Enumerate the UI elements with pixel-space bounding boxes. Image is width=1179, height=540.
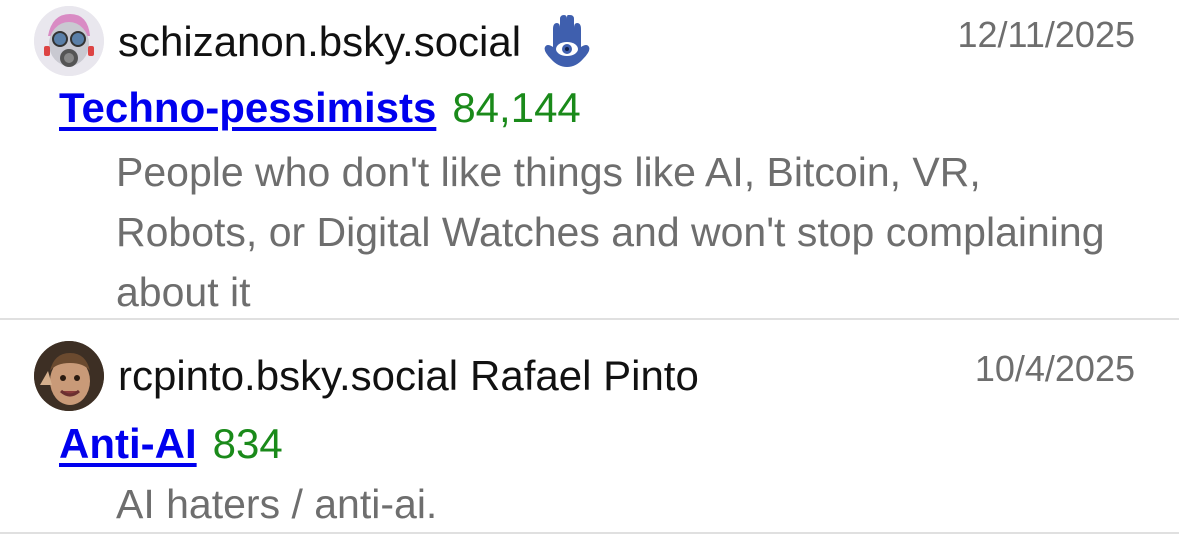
- list-description: AI haters / anti-ai.: [116, 481, 438, 527]
- author-display-name: Rafael Pinto: [470, 352, 699, 399]
- list-title-line: Techno-pessimists 84,144: [59, 84, 581, 132]
- member-count: 84,144: [452, 84, 581, 131]
- list-name-link[interactable]: Anti-AI: [59, 420, 197, 467]
- author-handle[interactable]: rcpinto.bsky.social: [118, 352, 458, 400]
- member-count: 834: [212, 420, 283, 467]
- author-handle[interactable]: schizanon.bsky.social: [118, 18, 521, 66]
- list-name-link[interactable]: Techno-pessimists: [59, 84, 436, 131]
- list-item: schizanon.bsky.social 12/11/2025 Techno-…: [0, 0, 1179, 320]
- author-line: rcpinto.bsky.social Rafael Pinto: [118, 350, 699, 402]
- list-description: People who don't like things like AI, Bi…: [116, 149, 1105, 315]
- list-item: rcpinto.bsky.social Rafael Pinto 10/4/20…: [0, 320, 1179, 540]
- author-line: schizanon.bsky.social: [118, 14, 593, 69]
- hamsa-icon: [541, 14, 593, 69]
- blocklist-results: schizanon.bsky.social 12/11/2025 Techno-…: [0, 0, 1179, 540]
- list-date: 12/11/2025: [957, 14, 1135, 55]
- list-title-line: Anti-AI 834: [59, 420, 283, 468]
- divider: [0, 532, 1179, 534]
- avatar[interactable]: [34, 6, 104, 76]
- list-date: 10/4/2025: [974, 348, 1135, 389]
- avatar[interactable]: [34, 341, 104, 411]
